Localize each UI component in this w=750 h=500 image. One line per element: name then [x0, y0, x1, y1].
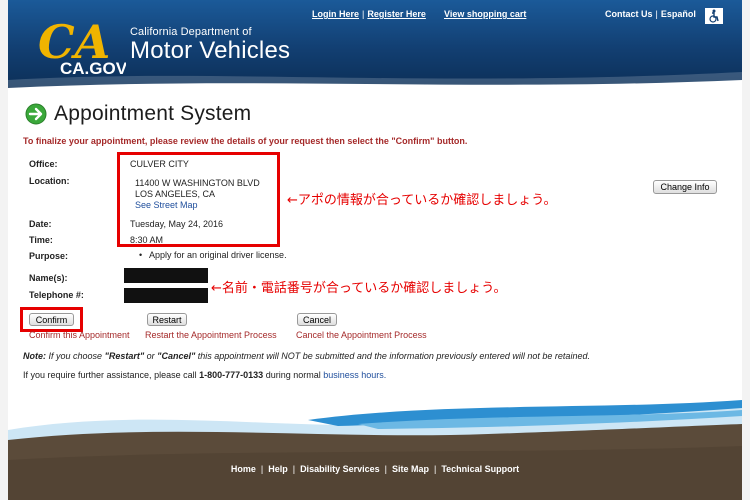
cart-links: View shopping cart: [444, 9, 526, 19]
site-header: CA CA.GOV California Department of Motor…: [8, 0, 742, 88]
header-wave: [8, 72, 742, 88]
footer-home-link[interactable]: Home: [231, 464, 256, 474]
confirm-caption[interactable]: Confirm this Appointment: [29, 330, 130, 340]
note-text-b: this appointment will NOT be submitted a…: [197, 351, 590, 361]
footer-nav: Home | Help | Disability Services | Site Map | T…: [230, 464, 520, 474]
department-name[interactable]: California Department of Motor Vehicles: [130, 26, 290, 63]
note-cancel: "Cancel": [157, 351, 196, 361]
account-links: Login Here | Register Here: [312, 9, 426, 19]
confirm-button[interactable]: Confirm: [29, 313, 74, 326]
page-title-row: Appointment System: [25, 102, 251, 126]
contact-link[interactable]: Contact Us: [605, 9, 653, 19]
purpose-value: Apply for an original driver license.: [139, 250, 287, 260]
help-text: If you require further assistance, pleas…: [23, 370, 386, 380]
footer-waves: [8, 400, 742, 500]
office-label: Office:: [29, 159, 58, 169]
change-info-button[interactable]: Change Info: [653, 180, 717, 194]
time-label: Time:: [29, 235, 53, 245]
dept-big: Motor Vehicles: [130, 37, 291, 64]
shopping-cart-link[interactable]: View shopping cart: [444, 9, 526, 19]
business-hours-link[interactable]: business hours.: [323, 370, 386, 380]
login-link[interactable]: Login Here: [312, 9, 359, 19]
page-title: Appointment System: [54, 102, 252, 125]
util-links: Contact Us | Español: [605, 9, 696, 19]
register-link[interactable]: Register Here: [367, 9, 426, 19]
appointment-highlight-box: [117, 152, 280, 247]
date-label: Date:: [29, 219, 52, 229]
annotation-contact: ←名前・電話番号が合っているか確認しましょう。: [211, 281, 507, 296]
help-text-b: during normal: [265, 370, 321, 380]
footer-help-link[interactable]: Help: [268, 464, 288, 474]
cancel-button[interactable]: Cancel: [297, 313, 337, 326]
phone-label: Telephone #:: [29, 290, 84, 300]
footer-sitemap-link[interactable]: Site Map: [392, 464, 429, 474]
note-text-a: If you choose: [48, 351, 103, 361]
name-label: Name(s):: [29, 273, 68, 283]
restart-button[interactable]: Restart: [147, 313, 187, 326]
footer-tech-link[interactable]: Technical Support: [441, 464, 519, 474]
name-redacted: [124, 268, 208, 283]
location-label: Location:: [29, 176, 70, 186]
restart-caption[interactable]: Restart the Appointment Process: [145, 330, 277, 340]
help-text-a: If you require further assistance, pleas…: [23, 370, 197, 380]
accessibility-icon[interactable]: [705, 8, 723, 24]
purpose-label: Purpose:: [29, 251, 69, 261]
annotation-appointment: ←アポの情報が合っているか確認しましょう。: [287, 193, 557, 208]
arrow-right-icon: [25, 103, 47, 125]
help-phone: 1-800-777-0133: [199, 370, 264, 380]
page: CA CA.GOV California Department of Motor…: [8, 0, 742, 500]
instruction-text: To finalize your appointment, please rev…: [23, 136, 468, 146]
footer-disability-link[interactable]: Disability Services: [300, 464, 380, 474]
espanol-link[interactable]: Español: [661, 9, 696, 19]
note-label: Note:: [23, 351, 46, 361]
cancel-caption[interactable]: Cancel the Appointment Process: [296, 330, 427, 340]
note-or: or: [146, 351, 155, 361]
note-restart: "Restart": [104, 351, 145, 361]
note-text: Note: If you choose "Restart" or "Cancel…: [23, 351, 590, 361]
phone-redacted: [124, 288, 208, 303]
